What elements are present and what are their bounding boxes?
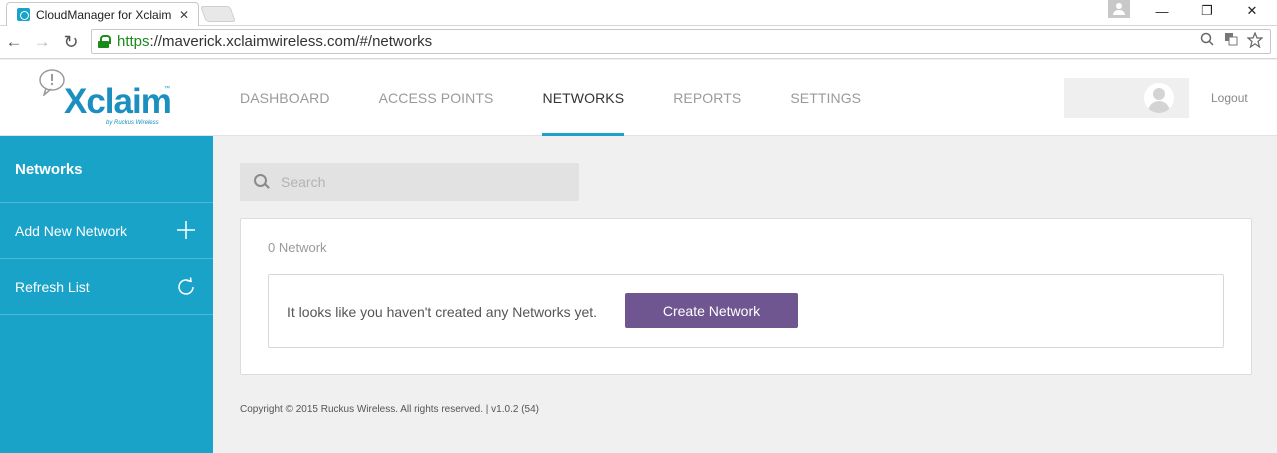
- main-nav: DASHBOARD ACCESS POINTS NETWORKS REPORTS…: [240, 60, 910, 136]
- address-bar-icons: [1198, 31, 1264, 52]
- lock-icon: [98, 35, 111, 48]
- nav-networks[interactable]: NETWORKS: [542, 60, 624, 136]
- logout-link[interactable]: Logout: [1211, 91, 1248, 105]
- sidebar-title: Networks: [0, 136, 213, 203]
- empty-state-message: It looks like you haven't created any Ne…: [287, 304, 598, 320]
- sidebar-item-label: Add New Network: [15, 222, 128, 239]
- browser-tab-strip: CloudManager for Xclaim ✕ — ❐ ✕: [0, 0, 1277, 26]
- footer-copyright: Copyright © 2015 Ruckus Wireless. All ri…: [240, 404, 539, 415]
- close-window-button[interactable]: ✕: [1232, 0, 1272, 22]
- url-scheme: https: [117, 33, 150, 50]
- reload-icon[interactable]: ↻: [60, 32, 82, 52]
- zoom-icon[interactable]: [1198, 32, 1216, 52]
- avatar-icon[interactable]: [1144, 83, 1174, 113]
- sidebar-item-label: Refresh List: [15, 278, 90, 295]
- new-tab-button[interactable]: [200, 6, 236, 22]
- create-network-button[interactable]: Create Network: [625, 293, 798, 328]
- url-path: ://maverick.xclaimwireless.com/#/network…: [149, 33, 433, 50]
- address-bar[interactable]: https://maverick.xclaimwireless.com/#/ne…: [91, 29, 1271, 54]
- sidebar: Networks Add New Network Refresh List: [0, 136, 213, 453]
- networks-card: 0 Network It looks like you haven't crea…: [240, 218, 1252, 375]
- logo-tagline: by Ruckus Wireless: [106, 120, 159, 126]
- star-icon[interactable]: [1246, 31, 1264, 52]
- search-input[interactable]: [276, 163, 579, 201]
- logo-wordmark: Xclaim: [64, 82, 172, 121]
- browser-toolbar: ← → ↻ https://maverick.xclaimwireless.co…: [0, 26, 1277, 59]
- logo-trademark: ™: [164, 86, 170, 92]
- translate-icon[interactable]: [1222, 32, 1240, 52]
- back-arrow-icon[interactable]: ←: [3, 32, 25, 52]
- nav-access-points[interactable]: ACCESS POINTS: [379, 60, 494, 136]
- browser-tab[interactable]: CloudManager for Xclaim ✕: [6, 2, 199, 26]
- favicon-icon: [17, 8, 30, 21]
- xclaim-logo[interactable]: Xclaim ™ by Ruckus Wireless: [38, 68, 178, 128]
- forward-arrow-icon[interactable]: →: [31, 32, 53, 52]
- nav-settings[interactable]: SETTINGS: [790, 60, 861, 136]
- empty-state-panel: It looks like you haven't created any Ne…: [268, 274, 1224, 348]
- search-box[interactable]: [240, 163, 579, 201]
- app-header: Xclaim ™ by Ruckus Wireless DASHBOARD AC…: [0, 60, 1277, 136]
- network-count: 0 Network: [268, 240, 327, 255]
- maximize-button[interactable]: ❐: [1187, 0, 1227, 22]
- sidebar-item-add-network[interactable]: Add New Network: [0, 203, 213, 259]
- nav-reports[interactable]: REPORTS: [673, 60, 741, 136]
- tab-close-icon[interactable]: ✕: [176, 8, 192, 22]
- plus-icon[interactable]: [175, 220, 197, 242]
- user-menu[interactable]: [1064, 78, 1189, 118]
- profile-icon[interactable]: [1108, 0, 1130, 18]
- tab-title: CloudManager for Xclaim: [36, 7, 172, 22]
- nav-dashboard[interactable]: DASHBOARD: [240, 60, 330, 136]
- sidebar-item-refresh-list[interactable]: Refresh List: [0, 259, 213, 315]
- search-icon: [240, 163, 276, 201]
- refresh-icon[interactable]: [175, 276, 197, 298]
- minimize-button[interactable]: —: [1142, 0, 1182, 22]
